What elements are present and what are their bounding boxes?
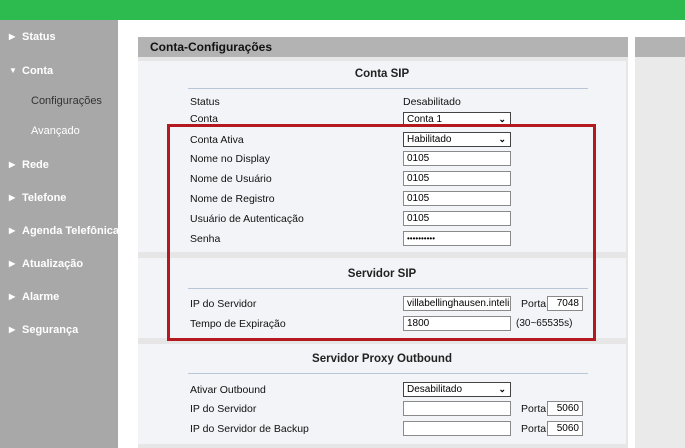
nav-seguranca[interactable]: ▶ Segurança [0,319,118,345]
proxy-backup-porta-input[interactable]: 5060 [547,421,583,436]
tempo-expiracao-range: (30~65535s) [516,318,573,329]
proxy-backup-label: IP do Servidor de Backup [190,423,309,435]
ip-servidor-label: IP do Servidor [190,298,257,310]
proxy-backup-input[interactable] [403,421,511,436]
chevron-down-icon: ⌄ [498,114,506,124]
status-label: Status [190,96,220,108]
triangle-right-icon: ▶ [9,259,16,268]
nav-atualizacao[interactable]: ▶ Atualização [0,253,118,279]
nav-avancado-label: Avançado [31,125,80,137]
proxy-ip-servidor-input[interactable] [403,401,511,416]
nav-configuracoes-label: Configurações [31,95,102,107]
conta-select-value: Conta 1 [407,114,443,125]
nav-avancado[interactable]: Avançado [0,122,118,142]
ativar-outbound-select-value: Desabilitado [407,384,463,395]
triangle-right-icon: ▶ [9,226,16,235]
nav-configuracoes[interactable]: Configurações [0,92,118,112]
proxy-backup-porta-label: Porta [521,423,547,435]
nav-rede[interactable]: ▶ Rede [0,154,118,180]
ip-servidor-input[interactable]: villabellinghausen.inteli [403,296,511,311]
nome-usuario-input[interactable]: 0105 [403,171,511,186]
porta-label: Porta [521,298,547,310]
conta-ativa-label: Conta Ativa [190,134,244,146]
chevron-down-icon: ⌄ [498,134,506,144]
section-title-servidor-sip: Servidor SIP [347,268,417,280]
right-panel-header [635,37,685,57]
section-title-conta-sip: Conta SIP [354,68,410,80]
triangle-right-icon: ▶ [9,160,16,169]
nome-registro-label: Nome de Registro [190,193,275,205]
proxy-ip-servidor-label: IP do Servidor [190,403,257,415]
proxy-porta-input[interactable]: 5060 [547,401,583,416]
tempo-expiracao-label: Tempo de Expiração [190,318,286,330]
top-bar [0,0,685,20]
nome-registro-input[interactable]: 0105 [403,191,511,206]
conta-ativa-select-value: Habilitado [407,134,452,145]
page-title: Conta-Configurações [150,40,273,54]
proxy-porta-label: Porta [521,403,547,415]
nome-usuario-label: Nome de Usuário [190,173,272,185]
nav-alarme[interactable]: ▶ Alarme [0,286,118,312]
nav-rede-label: Rede [22,159,49,171]
nav-conta-label: Conta [22,65,54,77]
nav-conta[interactable]: ▼ Conta [0,60,118,86]
triangle-right-icon: ▶ [9,325,16,334]
tempo-expiracao-input[interactable]: 1800 [403,316,511,331]
conta-ativa-select[interactable]: Habilitado ⌄ [403,132,511,147]
nav-telefone[interactable]: ▶ Telefone [0,187,118,213]
section-divider [188,373,588,374]
usuario-autenticacao-input[interactable]: 0105 [403,211,511,226]
triangle-right-icon: ▶ [9,32,16,41]
conta-select[interactable]: Conta 1 ⌄ [403,112,511,127]
triangle-down-icon: ▼ [9,66,17,75]
panel-header: Conta-Configurações [138,37,628,57]
section-title-proxy-outbound: Servidor Proxy Outbound [312,353,452,365]
nav-atualizacao-label: Atualização [22,258,84,270]
nav-seguranca-label: Segurança [22,324,79,336]
ativar-outbound-label: Ativar Outbound [190,384,266,396]
status-value: Desabilitado [403,96,461,108]
ativar-outbound-select[interactable]: Desabilitado ⌄ [403,382,511,397]
nav-status[interactable]: ▶ Status [0,26,118,52]
senha-label: Senha [190,233,221,245]
porta-input[interactable]: 7048 [547,296,583,311]
sidebar: ▶ Status ▼ Conta Configurações Avançado … [0,20,118,448]
nav-status-label: Status [22,31,56,43]
usuario-autenticacao-label: Usuário de Autenticação [190,213,304,225]
chevron-down-icon: ⌄ [498,384,506,394]
nav-agenda-label: Agenda Telefônica [22,225,118,237]
nav-alarme-label: Alarme [22,291,60,303]
triangle-right-icon: ▶ [9,193,16,202]
senha-input[interactable]: •••••••••• [403,231,511,246]
nav-agenda[interactable]: ▶ Agenda Telefônica [0,220,118,246]
conta-label: Conta [190,113,219,125]
right-panel [635,57,685,448]
nome-display-input[interactable]: 0105 [403,151,511,166]
nome-display-label: Nome no Display [190,153,270,165]
triangle-right-icon: ▶ [9,292,16,301]
nav-telefone-label: Telefone [22,192,67,204]
section-divider [188,88,588,89]
section-divider [188,288,588,289]
